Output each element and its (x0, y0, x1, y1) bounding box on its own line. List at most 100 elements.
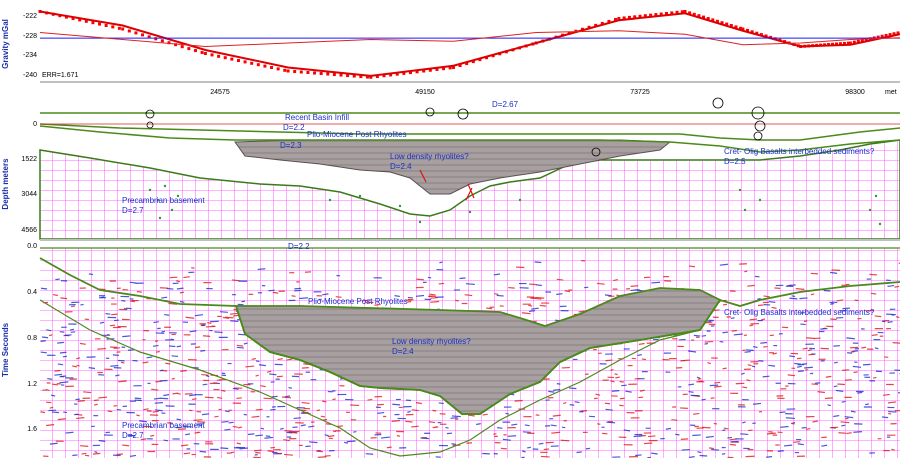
gravity-observed-point (256, 63, 260, 67)
seismic-trace (163, 439, 169, 442)
seismic-trace (820, 327, 828, 330)
seismic-trace (84, 454, 90, 457)
depth-label-plio-miocene-d: D=2.3 (280, 141, 302, 150)
depth-ytick-0: 0 (33, 121, 37, 128)
seismic-trace (763, 345, 768, 348)
seismic-trace (451, 415, 461, 418)
seismic-trace (420, 437, 430, 440)
seismic-trace (118, 380, 127, 383)
seismic-trace (507, 435, 517, 437)
seismic-trace (836, 316, 844, 319)
seismic-trace (224, 428, 231, 431)
seismic-trace (651, 281, 661, 284)
seismic-trace (833, 385, 838, 388)
seismic-trace (217, 396, 223, 399)
seismic-trace (255, 434, 264, 437)
seismic-trace (671, 419, 678, 421)
seismic-trace (633, 435, 643, 438)
seismic-trace (701, 334, 707, 337)
seismic-trace (604, 294, 612, 297)
seismic-trace (201, 373, 209, 376)
seismic-trace (159, 369, 164, 372)
gravity-observed-point (210, 53, 214, 57)
seismic-trace (284, 430, 294, 433)
seismic-trace (760, 341, 768, 344)
seismic-trace (610, 380, 615, 383)
depth-xtick-2: 73725 (630, 89, 650, 96)
seismic-trace (164, 313, 170, 316)
seismic-trace (284, 453, 293, 456)
seismic-trace (505, 412, 510, 415)
seismic-trace (54, 373, 63, 376)
seismic-trace (568, 387, 577, 390)
seismic-trace (752, 402, 762, 405)
seismic-trace (805, 427, 811, 431)
seismic-trace (279, 427, 284, 430)
seismic-trace (722, 303, 728, 306)
gravity-observed-point (250, 61, 254, 65)
time-ytick-2: 0.8 (27, 335, 37, 342)
seismic-trace (236, 346, 244, 349)
seismic-trace (411, 409, 419, 412)
seismic-trace (534, 261, 542, 264)
seismic-trace (550, 424, 557, 427)
seismic-trace (576, 451, 582, 454)
time-label-top-density: D=2.2 (288, 242, 310, 251)
seismic-trace (228, 421, 234, 424)
depth-label-basin-density: D=2.67 (492, 100, 519, 109)
gravity-observed-point (313, 71, 317, 75)
seismic-trace (524, 424, 530, 427)
seismic-trace (214, 415, 219, 418)
seismic-trace (697, 451, 702, 454)
depth-label-precambrian-d: D=2.7 (122, 206, 144, 215)
depth-label-cret-olig: Cret- Olig Basalts interbedded sediments… (724, 147, 875, 156)
seismic-trace (88, 273, 93, 276)
seismic-trace (790, 422, 795, 425)
seismic-trace (748, 429, 753, 432)
seismic-trace (847, 352, 853, 354)
seismic-trace (294, 289, 302, 292)
seismic-trace (415, 402, 422, 405)
seismic-trace (872, 376, 877, 379)
seismic-trace (161, 330, 166, 333)
seismic-trace (97, 347, 107, 350)
seismic-trace (730, 317, 735, 320)
seismic-trace (791, 295, 796, 298)
seismic-trace (263, 397, 273, 400)
seismic-trace (665, 427, 672, 430)
seismic-trace (561, 426, 566, 429)
seismic-trace (711, 448, 720, 451)
seismic-trace (46, 329, 52, 332)
seismic-trace (874, 315, 882, 318)
seismic-trace (123, 307, 128, 310)
seismic-trace (51, 411, 60, 414)
gravity-observed-point (270, 66, 274, 69)
seismic-trace (59, 351, 67, 354)
seismic-trace (522, 450, 526, 453)
seismic-trace (892, 342, 900, 344)
seismic-trace (560, 439, 570, 442)
seismic-trace (110, 364, 119, 367)
gravity-observed-point (104, 24, 108, 27)
seismic-trace (166, 287, 174, 290)
seismic-trace (98, 396, 108, 399)
seismic-trace (789, 297, 798, 300)
seismic-trace (55, 278, 60, 281)
seismic-trace (76, 364, 80, 367)
seismic-trace (70, 331, 76, 333)
depth-label-cret-olig-d: D=2.5 (724, 157, 746, 166)
seismic-trace (365, 453, 374, 455)
gravity-observed-point (299, 70, 303, 74)
seismic-trace (253, 449, 262, 452)
gravity-ytick-1: -228 (23, 33, 37, 40)
seismic-trace (853, 371, 858, 374)
seismic-trace (132, 359, 138, 362)
seismic-trace (886, 313, 895, 316)
seismic-trace (779, 411, 786, 414)
seismic-trace (606, 421, 616, 424)
seismic-trace (115, 374, 120, 377)
seismic-trace (257, 268, 266, 271)
seismic-trace (619, 404, 624, 407)
seismic-trace (411, 425, 419, 428)
seismic-trace (136, 290, 142, 293)
